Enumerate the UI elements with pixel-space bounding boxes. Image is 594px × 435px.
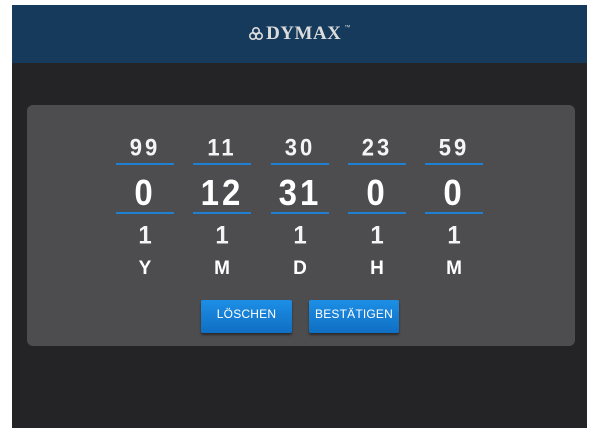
year-top-divider bbox=[116, 163, 174, 165]
header-bar: DYMAX ™ bbox=[12, 5, 587, 63]
device-screen: DYMAX ™ 99 0 1 Y 11 12 1 M 30 31 1 D 23 … bbox=[12, 5, 587, 428]
hour-top-divider bbox=[348, 163, 406, 165]
day-min-value[interactable]: 1 bbox=[271, 221, 329, 250]
year-max-value[interactable]: 99 bbox=[116, 134, 174, 163]
confirm-button[interactable]: BESTÄTIGEN bbox=[309, 300, 399, 333]
year-current-value[interactable]: 0 bbox=[116, 172, 174, 214]
year-bottom-divider bbox=[116, 212, 174, 214]
hour-unit-label: H bbox=[370, 258, 384, 279]
month-current-value[interactable]: 12 bbox=[193, 172, 251, 214]
brand-logo: DYMAX ™ bbox=[248, 23, 351, 45]
month-top-divider bbox=[193, 163, 251, 165]
minute-unit-label: M bbox=[446, 258, 462, 279]
day-max-value[interactable]: 30 bbox=[271, 134, 329, 163]
hour-min-value[interactable]: 1 bbox=[348, 221, 406, 250]
day-top-divider bbox=[271, 163, 329, 165]
year-unit-label: Y bbox=[138, 258, 152, 279]
picker-column-minute: 59 0 1 M bbox=[425, 105, 483, 346]
minute-top-divider bbox=[425, 163, 483, 165]
minute-bottom-divider bbox=[425, 212, 483, 214]
year-min-value[interactable]: 1 bbox=[116, 221, 174, 250]
dymax-logo-icon bbox=[249, 26, 264, 41]
minute-current-value[interactable]: 0 bbox=[425, 172, 483, 214]
picker-column-year: 99 0 1 Y bbox=[116, 105, 174, 346]
day-bottom-divider bbox=[271, 212, 329, 214]
month-min-value[interactable]: 1 bbox=[193, 221, 251, 250]
day-unit-label: D bbox=[293, 258, 307, 279]
day-current-value[interactable]: 31 bbox=[271, 172, 329, 214]
hour-bottom-divider bbox=[348, 212, 406, 214]
hour-current-value[interactable]: 0 bbox=[348, 172, 406, 214]
month-bottom-divider bbox=[193, 212, 251, 214]
month-unit-label: M bbox=[214, 258, 230, 279]
minute-min-value[interactable]: 1 bbox=[425, 221, 483, 250]
date-time-picker-panel: 99 0 1 Y 11 12 1 M 30 31 1 D 23 0 1 H 59… bbox=[27, 105, 575, 346]
minute-max-value[interactable]: 59 bbox=[425, 134, 483, 163]
brand-name: DYMAX bbox=[266, 23, 342, 44]
hour-max-value[interactable]: 23 bbox=[348, 134, 406, 163]
month-max-value[interactable]: 11 bbox=[193, 134, 251, 163]
clear-button[interactable]: LÖSCHEN bbox=[201, 300, 292, 333]
